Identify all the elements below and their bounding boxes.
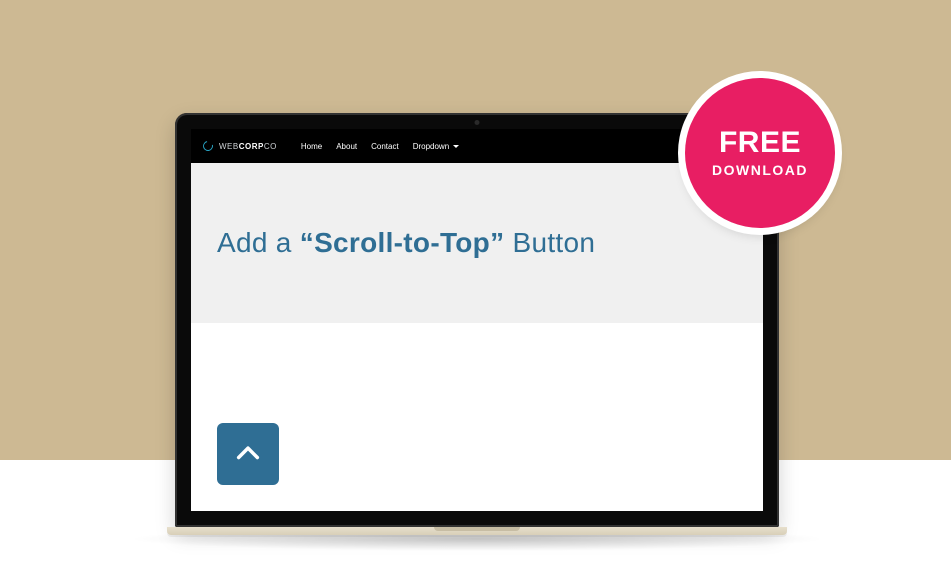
nav-item-label: Dropdown <box>413 142 449 151</box>
chevron-up-icon <box>234 440 262 468</box>
swirl-icon <box>201 139 215 153</box>
badge-line-1: FREE <box>719 128 801 158</box>
nav-item-contact[interactable]: Contact <box>371 142 399 151</box>
nav-item-label: About <box>336 142 357 151</box>
nav-item-label: Home <box>301 142 322 151</box>
nav-items: Home About Contact Dropdown <box>301 142 459 151</box>
nav-item-home[interactable]: Home <box>301 142 322 151</box>
free-download-badge[interactable]: FREE DOWNLOAD <box>685 78 835 228</box>
scroll-to-top-button[interactable] <box>217 423 279 485</box>
nav-item-dropdown[interactable]: Dropdown <box>413 142 459 151</box>
hero-title: Add a “Scroll-to-Top” Button <box>217 227 595 259</box>
camera-dot <box>475 120 480 125</box>
brand-logo[interactable]: WEBCORPCO <box>203 141 277 151</box>
nav-item-about[interactable]: About <box>336 142 357 151</box>
hero-banner: Add a “Scroll-to-Top” Button <box>191 163 763 323</box>
badge-line-2: DOWNLOAD <box>712 162 808 178</box>
nav-item-label: Contact <box>371 142 399 151</box>
laptop-screen: WEBCORPCO Home About Contact Dropdown Ad… <box>191 129 763 511</box>
laptop-base <box>167 527 787 535</box>
brand-text: WEBCORPCO <box>219 142 277 151</box>
chevron-down-icon <box>453 145 459 148</box>
site-navbar: WEBCORPCO Home About Contact Dropdown <box>191 129 763 163</box>
promo-canvas: WEBCORPCO Home About Contact Dropdown Ad… <box>0 0 951 579</box>
page-content <box>191 323 763 511</box>
